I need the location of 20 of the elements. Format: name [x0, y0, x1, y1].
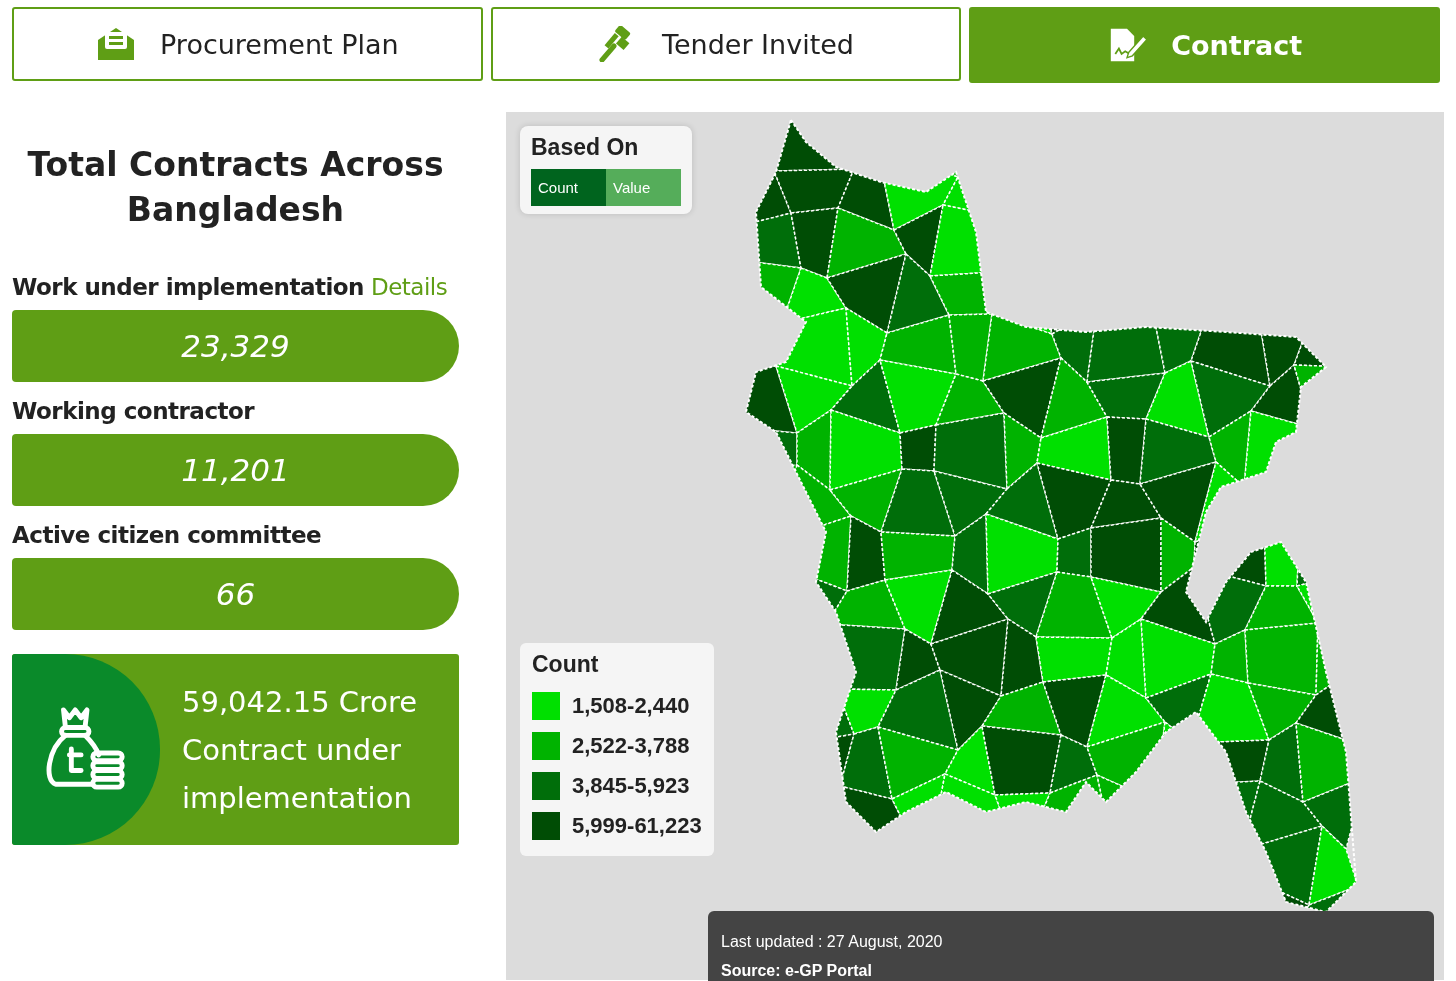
- toggle-option[interactable]: Count: [531, 169, 606, 206]
- amount-text: 59,042.15 Crore Contract under implementation: [181, 683, 419, 817]
- stat-value: 11,201: [12, 434, 459, 506]
- stat-label: Work under implementation: [12, 274, 364, 300]
- tab[interactable]: Procurement Plan: [12, 7, 483, 81]
- source-text: Source: e-GP Portal: [721, 961, 873, 981]
- last-updated-text: Last updated : 27 August, 2020: [721, 932, 944, 952]
- stat-label: Active citizen committee: [12, 522, 322, 548]
- legend-label: 3,845-5,923: [572, 773, 690, 799]
- summary-title: Total Contracts Across Bangladesh: [26, 144, 445, 231]
- stat-label: Working contractor: [12, 398, 255, 424]
- based-on-title: Based On: [531, 134, 640, 161]
- legend-label: 1,508-2,440: [572, 693, 690, 719]
- tab[interactable]: Tender Invited: [490, 7, 962, 81]
- stat-value: 66: [12, 558, 459, 630]
- stat-value: 23,329: [12, 310, 459, 382]
- legend-label: 5,999-61,223: [572, 813, 702, 839]
- legend-label: 2,522-3,788: [572, 733, 690, 759]
- legend-title: Count: [532, 651, 600, 678]
- envelope-icon: [96, 26, 137, 62]
